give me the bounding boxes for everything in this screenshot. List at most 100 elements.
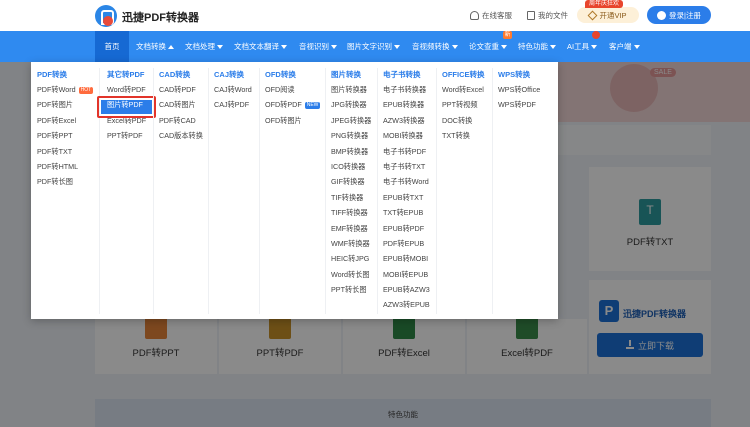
chevron-down-icon <box>331 45 337 50</box>
doc-convert-menu: PDF转换 PDF转Word HOT PDF转图片 PDF转Excel PDF转P… <box>31 62 558 319</box>
menu-item-ofd-to-pdf[interactable]: OFD转PDF NEW <box>265 100 321 115</box>
nav-doc-process[interactable]: 文档处理 <box>185 31 223 62</box>
menu-separator <box>259 68 260 314</box>
nav-translate[interactable]: 文档文本翻译 <box>234 31 287 62</box>
menu-item-azw3-converter[interactable]: AZW3转换器 <box>383 116 430 131</box>
menu-item-image-converter[interactable]: 图片转换器 <box>331 85 371 100</box>
menu-item-pdf-to-long-image[interactable]: PDF转长图 <box>37 177 93 192</box>
menu-col-caj-convert: CAJ转换 CAJ转Word CAJ转PDF <box>214 70 252 116</box>
menu-item-wmf-converter[interactable]: WMF转换器 <box>331 239 371 254</box>
menu-item-gif-converter[interactable]: GIF转换器 <box>331 177 371 192</box>
chevron-down-icon <box>281 45 287 50</box>
new-badge: NEW <box>304 102 321 110</box>
chevron-down-icon <box>394 45 400 50</box>
nav-image-ocr-label: 图片文字识别 <box>347 42 392 51</box>
menu-item-pdf-to-excel[interactable]: PDF转Excel <box>37 116 93 131</box>
menu-item-tif-converter[interactable]: TIF转换器 <box>331 193 371 208</box>
nav-plagiarism[interactable]: 论文查重 <box>469 31 507 62</box>
menu-item-pdf-to-word[interactable]: PDF转Word HOT <box>37 85 94 100</box>
menu-item-pdf-to-html[interactable]: PDF转HTML <box>37 162 93 177</box>
vip-promo-tag: 周年庆狂欢 <box>585 0 624 8</box>
menu-item-ppt-to-long-image[interactable]: PPT转长图 <box>331 285 371 300</box>
menu-item-pdf-to-ppt[interactable]: PDF转PPT <box>37 131 93 146</box>
menu-item-tiff-converter[interactable]: TIFF转换器 <box>331 208 371 223</box>
menu-item-ebook-to-word[interactable]: 电子书转Word <box>383 177 430 192</box>
menu-item-ppt-to-video[interactable]: PPT转视频 <box>442 100 485 115</box>
menu-item-emf-converter[interactable]: EMF转换器 <box>331 224 371 239</box>
menu-item-pdf-to-image[interactable]: PDF转图片 <box>37 100 93 115</box>
menu-item-cad-to-image[interactable]: CAD转图片 <box>159 100 203 115</box>
menu-col-ebook-convert: 电子书转换 电子书转换器 EPUB转换器 AZW3转换器 MOBI转换器 电子书… <box>383 70 430 316</box>
headset-icon <box>470 11 479 20</box>
menu-col-head: CAD转换 <box>159 70 191 79</box>
menu-col-head: OFD转换 <box>265 70 296 79</box>
menu-item-caj-to-word[interactable]: CAJ转Word <box>214 85 252 100</box>
menu-item-ico-converter[interactable]: ICO转换器 <box>331 162 371 177</box>
chevron-down-icon <box>591 45 598 50</box>
chevron-down-icon <box>501 45 507 50</box>
support-link[interactable]: 在线客服 <box>470 10 512 21</box>
chevron-down-icon <box>217 45 223 50</box>
my-files-link[interactable]: 我的文件 <box>527 10 568 21</box>
nav-home[interactable]: 首页 <box>95 31 129 62</box>
menu-separator <box>492 68 493 314</box>
nav-client[interactable]: 客户端 <box>609 31 640 62</box>
menu-item-azw3-to-epub[interactable]: AZW3转EPUB <box>383 300 430 315</box>
chevron-down-icon <box>550 45 556 50</box>
login-button[interactable]: 登录|注册 <box>647 6 711 24</box>
nav-av-convert[interactable]: 音视频转换 <box>412 31 458 62</box>
nav-translate-label: 文档文本翻译 <box>234 42 279 51</box>
menu-item-mobi-converter[interactable]: MOBI转换器 <box>383 131 430 146</box>
menu-item-ebook-to-pdf[interactable]: 电子书转PDF <box>383 147 430 162</box>
menu-item-epub-to-azw3[interactable]: EPUB转AZW3 <box>383 285 430 300</box>
menu-item-word-to-long-image[interactable]: Word转长图 <box>331 270 371 285</box>
nav-image-ocr[interactable]: 图片文字识别 <box>347 31 400 62</box>
menu-item-pdf-to-epub[interactable]: PDF转EPUB <box>383 239 430 254</box>
vip-button[interactable]: 开通VIP <box>577 7 639 23</box>
menu-separator <box>377 68 378 314</box>
menu-item-wps-to-pdf[interactable]: WPS转PDF <box>498 100 540 115</box>
menu-col-wps-convert: WPS转换 WPS转Office WPS转PDF <box>498 70 540 116</box>
nav-doc-convert[interactable]: 文档转换 <box>136 31 174 62</box>
nav-client-label: 客户端 <box>609 42 632 51</box>
nav-plagiarism-label: 论文查重 <box>469 42 499 51</box>
menu-item-ofd-to-image[interactable]: OFD转图片 <box>265 116 320 131</box>
menu-item-doc-convert[interactable]: DOC转换 <box>442 116 485 131</box>
menu-item-png-converter[interactable]: PNG转换器 <box>331 131 371 146</box>
vip-label: 开通VIP <box>599 10 627 20</box>
menu-item-excel-to-pdf[interactable]: Excel转PDF <box>107 116 146 131</box>
menu-item-caj-to-pdf[interactable]: CAJ转PDF <box>214 100 252 115</box>
new-badge: 新 <box>503 31 512 39</box>
menu-item-mobi-to-epub[interactable]: MOBI转EPUB <box>383 270 430 285</box>
menu-item-ofd-read[interactable]: OFD阅读 <box>265 85 320 100</box>
menu-item-ebook-to-txt[interactable]: 电子书转TXT <box>383 162 430 177</box>
menu-item-heic-to-jpg[interactable]: HEIC转JPG <box>331 254 371 269</box>
menu-item-epub-to-mobi[interactable]: EPUB转MOBI <box>383 254 430 269</box>
menu-item-wps-to-office[interactable]: WPS转Office <box>498 85 540 100</box>
hot-badge: HOT <box>78 87 94 94</box>
selection-outline <box>97 96 156 118</box>
support-label: 在线客服 <box>482 11 512 20</box>
brand-name[interactable]: 迅捷PDF转换器 <box>122 9 199 25</box>
menu-item-epub-to-txt[interactable]: EPUB转TXT <box>383 193 430 208</box>
nav-features[interactable]: 特色功能 <box>518 31 556 62</box>
menu-item-bmp-converter[interactable]: BMP转换器 <box>331 147 371 162</box>
menu-item-txt-to-epub[interactable]: TXT转EPUB <box>383 208 430 223</box>
menu-item-epub-converter[interactable]: EPUB转换器 <box>383 100 430 115</box>
menu-item-txt-convert[interactable]: TXT转换 <box>442 131 485 146</box>
menu-col-image-convert: 图片转换 图片转换器 JPG转换器 JPEG转换器 PNG转换器 BMP转换器 … <box>331 70 371 300</box>
menu-item-cad-version[interactable]: CAD版本转换 <box>159 131 203 146</box>
menu-item-ebook-converter[interactable]: 电子书转换器 <box>383 85 430 100</box>
menu-item-ppt-to-pdf[interactable]: PPT转PDF <box>107 131 146 146</box>
menu-item-jpg-converter[interactable]: JPG转换器 <box>331 100 371 115</box>
nav-audio-recognize[interactable]: 音视识别 <box>299 31 337 62</box>
top-header: 迅捷PDF转换器 在线客服 我的文件 开通VIP 周年庆狂欢 登录|注册 <box>0 0 750 31</box>
menu-item-pdf-to-txt[interactable]: PDF转TXT <box>37 147 93 162</box>
menu-item-pdf-to-cad[interactable]: PDF转CAD <box>159 116 203 131</box>
menu-item-epub-to-pdf[interactable]: EPUB转PDF <box>383 224 430 239</box>
menu-item-jpeg-converter[interactable]: JPEG转换器 <box>331 116 371 131</box>
menu-item-cad-to-pdf[interactable]: CAD转PDF <box>159 85 203 100</box>
nav-features-label: 特色功能 <box>518 42 548 51</box>
menu-item-word-to-excel[interactable]: Word转Excel <box>442 85 485 100</box>
diamond-icon <box>588 10 598 20</box>
